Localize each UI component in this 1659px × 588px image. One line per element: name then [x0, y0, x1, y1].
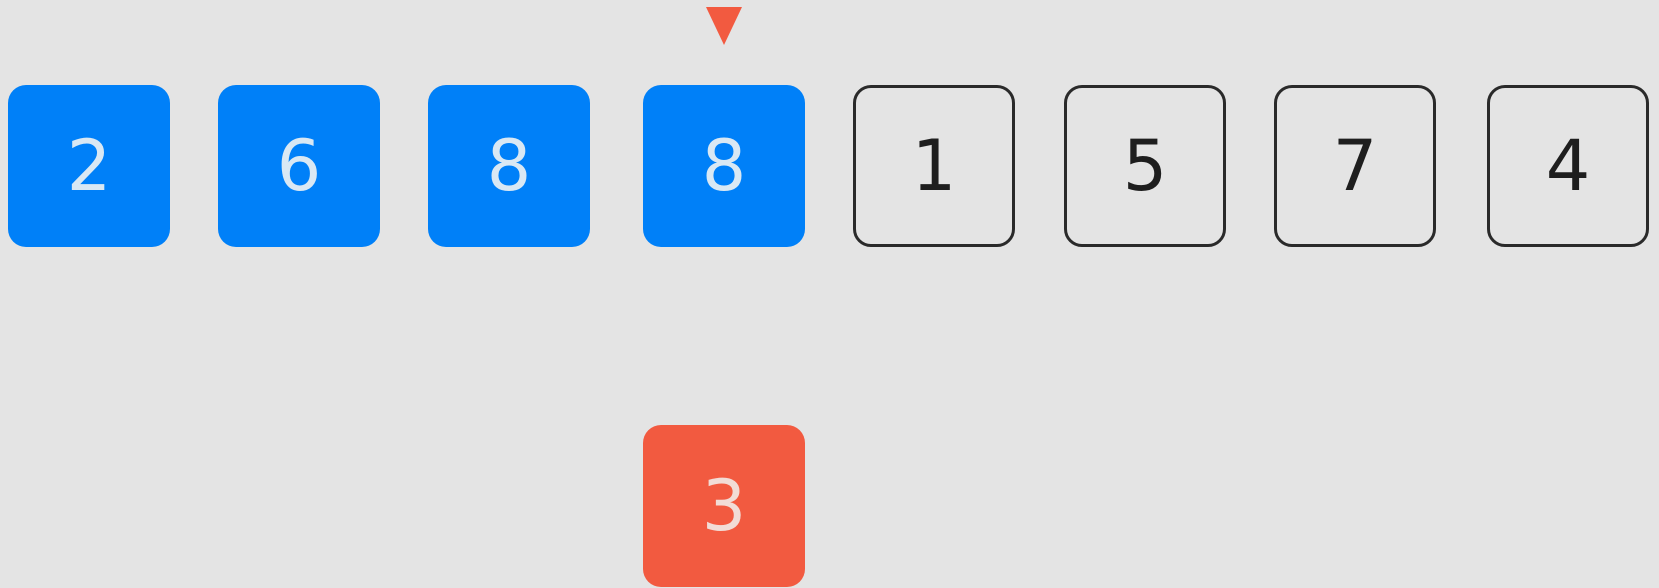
array-cell-current: 8 [643, 85, 805, 247]
array-cell-unsorted: 1 [853, 85, 1015, 247]
insertion-sort-diagram: 2 6 8 8 1 5 7 4 3 [0, 0, 1659, 588]
array-cell-unsorted: 4 [1487, 85, 1649, 247]
array-cell-unsorted: 5 [1064, 85, 1226, 247]
array-cell-sorted: 8 [428, 85, 590, 247]
held-key-cell: 3 [643, 425, 805, 587]
array-cell-sorted: 6 [218, 85, 380, 247]
array-cell-unsorted: 7 [1274, 85, 1436, 247]
array-cell-sorted: 2 [8, 85, 170, 247]
array-row: 2 6 8 8 1 5 7 4 [0, 0, 1659, 588]
